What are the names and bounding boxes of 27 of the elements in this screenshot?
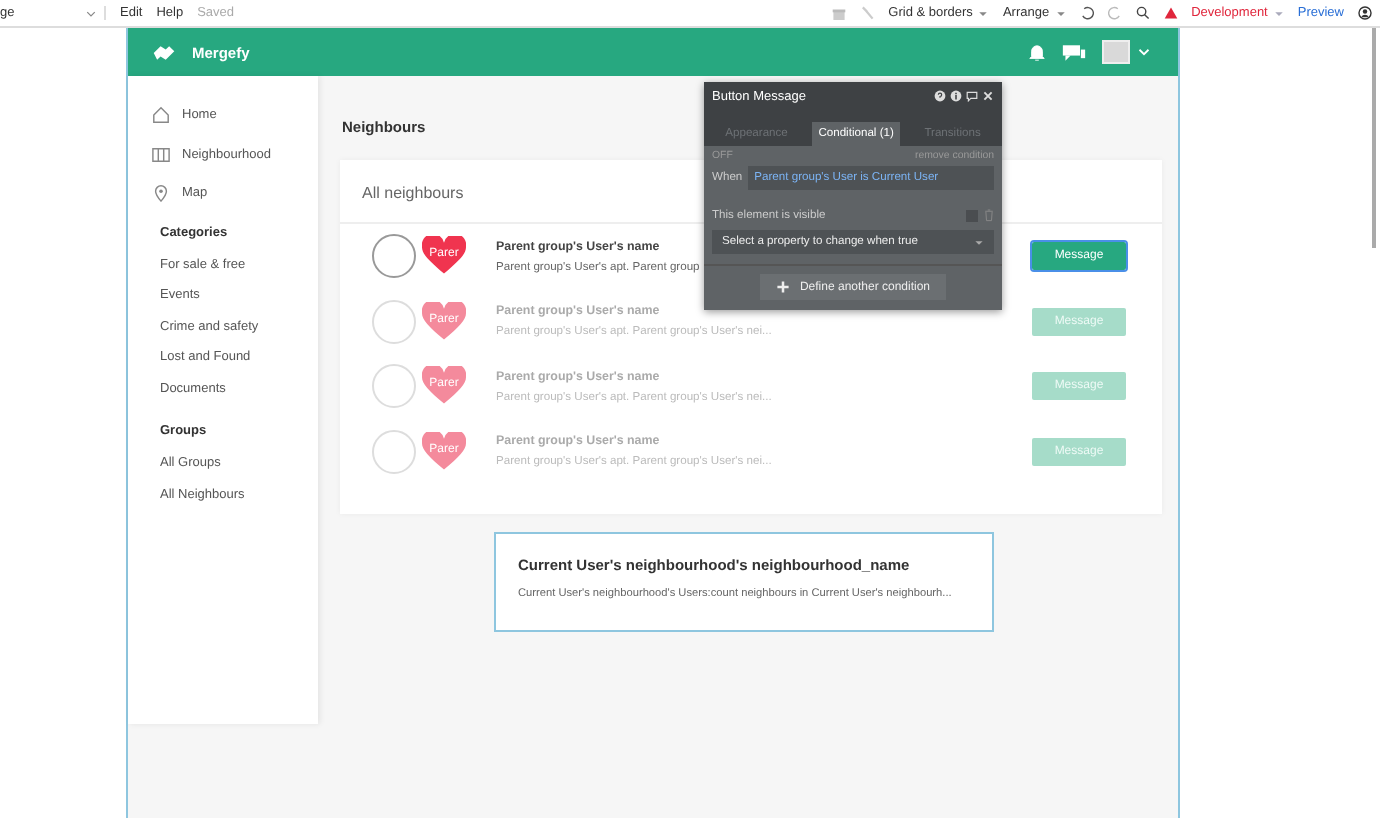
trash-icon[interactable] — [984, 208, 994, 222]
location-pin-icon — [152, 184, 170, 203]
redo-icon[interactable] — [1107, 6, 1122, 20]
plus-icon — [775, 280, 790, 294]
avatar-circle — [372, 364, 416, 409]
help-icon[interactable] — [934, 90, 946, 102]
caret-icon — [86, 9, 96, 17]
caret-icon — [974, 239, 984, 245]
chat-icon[interactable] — [1062, 43, 1086, 61]
house-icon — [152, 106, 170, 125]
chevron-down-icon[interactable] — [1138, 48, 1150, 56]
caret-icon — [1273, 9, 1284, 17]
close-icon[interactable] — [982, 90, 994, 102]
search-icon[interactable] — [1135, 6, 1150, 20]
bell-icon[interactable] — [1028, 43, 1046, 61]
folded-map-icon — [152, 145, 170, 164]
warning-icon — [1163, 6, 1178, 20]
caret-icon — [1055, 9, 1066, 17]
avatar-circle — [372, 429, 416, 474]
avatar-circle — [372, 299, 416, 344]
avatar-circle — [372, 234, 416, 279]
speech-bubble-icon[interactable] — [966, 90, 978, 102]
user-icon[interactable] — [1358, 6, 1372, 20]
scrollbar[interactable] — [1372, 28, 1376, 248]
caret-icon — [978, 9, 989, 17]
info-icon[interactable] — [950, 90, 962, 102]
undo-icon[interactable] — [1079, 6, 1094, 20]
